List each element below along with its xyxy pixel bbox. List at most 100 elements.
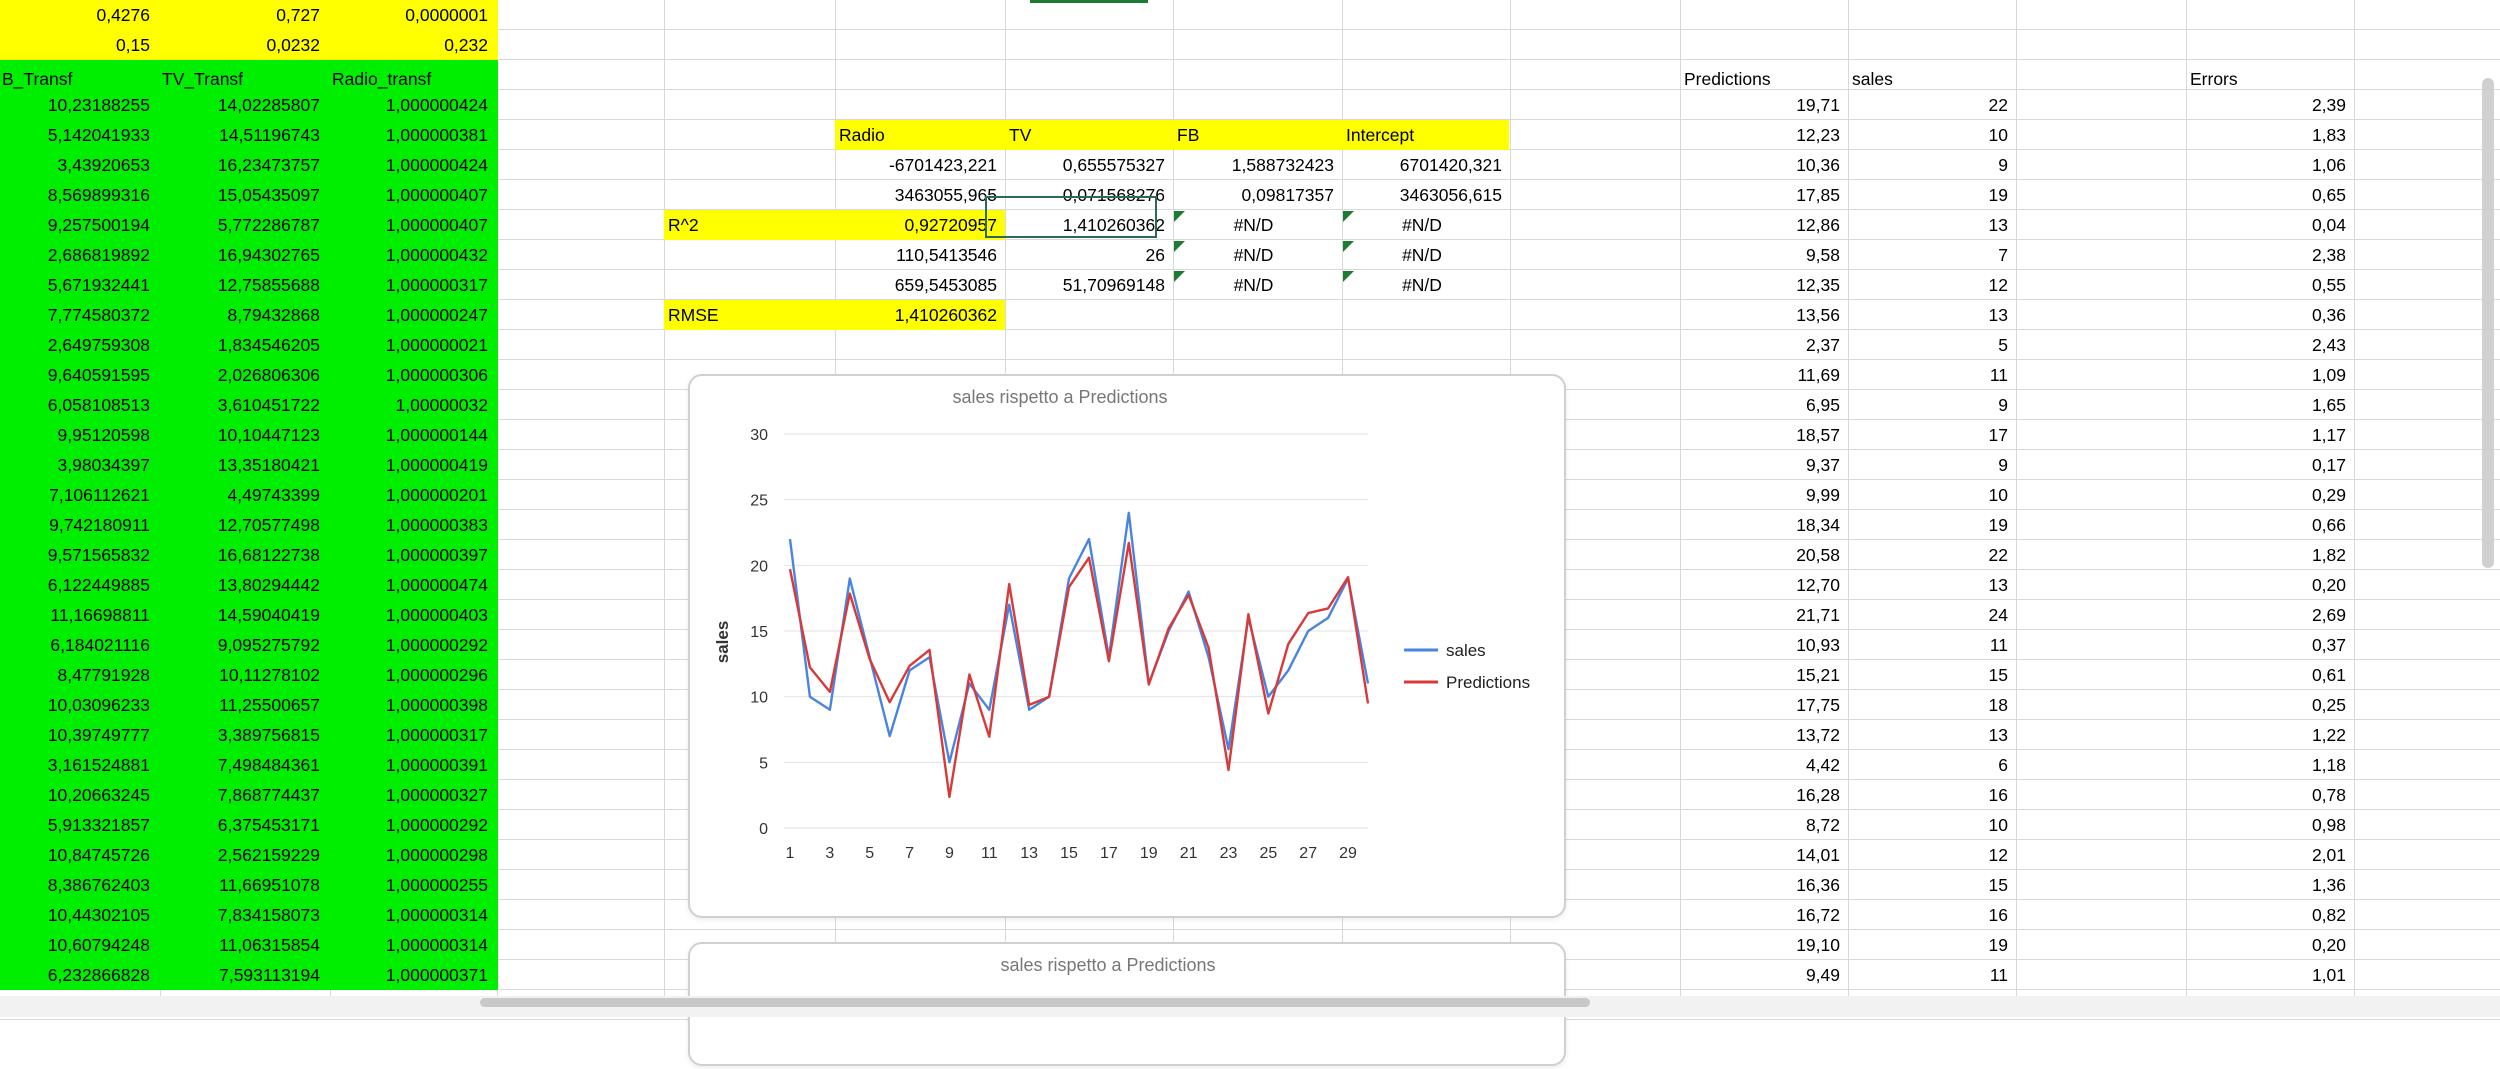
data-cell[interactable]: 1,000000432	[330, 240, 488, 270]
data-cell[interactable]: 1,000000298	[330, 840, 488, 870]
error-cell[interactable]: #N/D	[1173, 270, 1334, 300]
error-cell[interactable]: #N/D	[1342, 210, 1502, 240]
data-cell[interactable]: 9,257500194	[0, 210, 150, 240]
error-value-cell[interactable]: 1,06	[2186, 150, 2346, 180]
data-cell[interactable]: 1,000000407	[330, 180, 488, 210]
data-cell[interactable]: 13,80294442	[160, 570, 320, 600]
data-cell[interactable]: 5,671932441	[0, 270, 150, 300]
prediction-cell[interactable]: 10,93	[1680, 630, 1840, 660]
sales-cell[interactable]: 11	[1848, 630, 2008, 660]
error-value-cell[interactable]: 1,01	[2186, 960, 2346, 990]
prediction-cell[interactable]: 4,42	[1680, 750, 1840, 780]
data-cell[interactable]: 1,000000403	[330, 600, 488, 630]
prediction-cell[interactable]: 12,70	[1680, 570, 1840, 600]
prediction-cell[interactable]: 9,99	[1680, 480, 1840, 510]
sales-cell[interactable]: 7	[1848, 240, 2008, 270]
regression-cell[interactable]: 110,5413546	[835, 240, 997, 270]
sales-cell[interactable]: 13	[1848, 300, 2008, 330]
rmse-value[interactable]: 1,410260362	[835, 300, 997, 330]
sales-cell[interactable]: 11	[1848, 360, 2008, 390]
data-cell[interactable]: 1,000000306	[330, 360, 488, 390]
sales-cell[interactable]: 22	[1848, 540, 2008, 570]
data-cell[interactable]: 6,058108513	[0, 390, 150, 420]
data-cell[interactable]: 13,35180421	[160, 450, 320, 480]
error-value-cell[interactable]: 0,61	[2186, 660, 2346, 690]
regression-cell[interactable]: 0,09817357	[1173, 180, 1334, 210]
error-value-cell[interactable]: 0,25	[2186, 690, 2346, 720]
sales-cell[interactable]: 16	[1848, 780, 2008, 810]
data-cell[interactable]: 10,60794248	[0, 930, 150, 960]
data-cell[interactable]: 1,000000397	[330, 540, 488, 570]
data-cell[interactable]: 8,79432868	[160, 300, 320, 330]
data-cell[interactable]: 3,161524881	[0, 750, 150, 780]
error-value-cell[interactable]: 0,17	[2186, 450, 2346, 480]
data-cell[interactable]: 1,834546205	[160, 330, 320, 360]
data-cell[interactable]: 9,742180911	[0, 510, 150, 540]
r2-label[interactable]: R^2	[668, 210, 828, 240]
data-cell[interactable]: 1,000000021	[330, 330, 488, 360]
data-cell[interactable]: 14,51196743	[160, 120, 320, 150]
prediction-cell[interactable]: 12,35	[1680, 270, 1840, 300]
error-value-cell[interactable]: 1,18	[2186, 750, 2346, 780]
regression-cell[interactable]: 0,92720957	[835, 210, 997, 240]
data-cell[interactable]: 3,43920653	[0, 150, 150, 180]
data-cell[interactable]: 5,142041933	[0, 120, 150, 150]
error-cell[interactable]: #N/D	[1173, 240, 1334, 270]
prediction-cell[interactable]: 6,95	[1680, 390, 1840, 420]
error-cell[interactable]: #N/D	[1342, 240, 1502, 270]
regression-cell[interactable]: 3463056,615	[1342, 180, 1502, 210]
error-value-cell[interactable]: 0,29	[2186, 480, 2346, 510]
data-cell[interactable]: 7,498484361	[160, 750, 320, 780]
sales-cell[interactable]: 10	[1848, 480, 2008, 510]
error-value-cell[interactable]: 1,65	[2186, 390, 2346, 420]
data-cell[interactable]: 1,000000314	[330, 900, 488, 930]
data-cell[interactable]: 9,640591595	[0, 360, 150, 390]
sales-cell[interactable]: 16	[1848, 900, 2008, 930]
data-cell[interactable]: 8,47791928	[0, 660, 150, 690]
data-cell[interactable]: 7,774580372	[0, 300, 150, 330]
regression-cell[interactable]: 3463055,965	[835, 180, 997, 210]
prediction-cell[interactable]: 2,37	[1680, 330, 1840, 360]
regression-cell[interactable]: 6701420,321	[1342, 150, 1502, 180]
data-cell[interactable]: 10,11278102	[160, 660, 320, 690]
prediction-cell[interactable]: 17,85	[1680, 180, 1840, 210]
data-cell[interactable]: 3,389756815	[160, 720, 320, 750]
sales-cell[interactable]: 15	[1848, 870, 2008, 900]
data-cell[interactable]: 10,44302105	[0, 900, 150, 930]
data-cell[interactable]: 1,000000317	[330, 270, 488, 300]
data-cell[interactable]: 10,20663245	[0, 780, 150, 810]
error-value-cell[interactable]: 0,82	[2186, 900, 2346, 930]
data-cell[interactable]: 1,000000424	[330, 90, 488, 120]
error-value-cell[interactable]: 0,20	[2186, 930, 2346, 960]
regression-cell[interactable]: 659,5453085	[835, 270, 997, 300]
data-cell[interactable]: 6,232866828	[0, 960, 150, 990]
data-cell[interactable]: 9,095275792	[160, 630, 320, 660]
prediction-cell[interactable]: 10,36	[1680, 150, 1840, 180]
regression-cell[interactable]: 1,588732423	[1173, 150, 1334, 180]
data-cell[interactable]: 6,122449885	[0, 570, 150, 600]
sales-cell[interactable]: 19	[1848, 180, 2008, 210]
error-value-cell[interactable]: 0,36	[2186, 300, 2346, 330]
data-cell[interactable]: 1,000000407	[330, 210, 488, 240]
error-value-cell[interactable]: 2,69	[2186, 600, 2346, 630]
data-cell[interactable]: 2,649759308	[0, 330, 150, 360]
param-cell[interactable]: 0,727	[160, 0, 320, 30]
prediction-cell[interactable]: 11,69	[1680, 360, 1841, 390]
param-cell[interactable]: 0,15	[0, 30, 150, 60]
prediction-cell[interactable]: 19,10	[1680, 930, 1840, 960]
prediction-cell[interactable]: 14,01	[1680, 840, 1840, 870]
param-cell[interactable]: 0,0232	[160, 30, 320, 60]
error-cell[interactable]: #N/D	[1342, 270, 1502, 300]
data-cell[interactable]: 11,25500657	[160, 690, 320, 720]
error-value-cell[interactable]: 0,20	[2186, 570, 2346, 600]
data-cell[interactable]: 1,000000383	[330, 510, 488, 540]
data-cell[interactable]: 7,593113194	[160, 960, 320, 990]
data-cell[interactable]: 10,39749777	[0, 720, 150, 750]
regression-header[interactable]: TV	[1009, 120, 1177, 150]
data-cell[interactable]: 1,000000381	[330, 120, 488, 150]
sales-cell[interactable]: 10	[1848, 810, 2008, 840]
data-cell[interactable]: 1,000000371	[330, 960, 488, 990]
data-cell[interactable]: 7,868774437	[160, 780, 320, 810]
data-cell[interactable]: 1,000000247	[330, 300, 488, 330]
data-cell[interactable]: 14,02285807	[160, 90, 320, 120]
